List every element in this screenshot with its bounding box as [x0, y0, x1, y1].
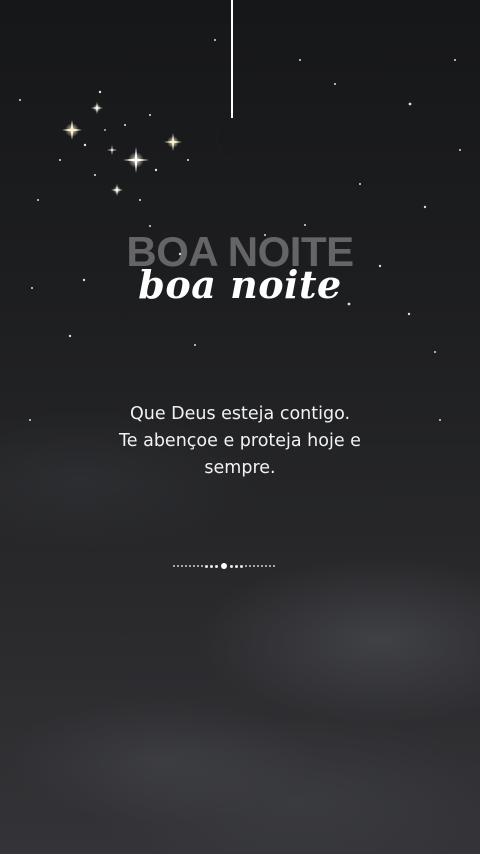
- pager-dot[interactable]: [189, 565, 191, 567]
- pager-dot[interactable]: [201, 565, 203, 567]
- sparkle-star-icon: [123, 147, 149, 173]
- pager-dot[interactable]: [205, 564, 208, 568]
- pager-dot[interactable]: [230, 564, 233, 568]
- sparkle-star-icon: [164, 133, 182, 151]
- pager-dot[interactable]: [240, 564, 243, 568]
- message-line-1: Que Deus esteja contigo.: [129, 404, 351, 424]
- pager-dot[interactable]: [269, 565, 271, 567]
- pager-dot[interactable]: [185, 565, 187, 567]
- pager-dot[interactable]: [181, 565, 183, 567]
- pager-dot[interactable]: [210, 564, 213, 568]
- sparkle-star-icon: [107, 145, 117, 155]
- pager-dot[interactable]: [249, 565, 251, 567]
- pager-dot[interactable]: [193, 565, 195, 567]
- pager-dot[interactable]: [215, 564, 218, 568]
- message-line-3: sempre.: [204, 458, 276, 478]
- message-line-2: Te abençoe e proteja hoje e: [119, 431, 361, 451]
- sparkle-star-icon: [62, 120, 82, 140]
- pager-dot[interactable]: [273, 565, 275, 567]
- pager-dot[interactable]: [265, 565, 267, 567]
- crescent-moon-icon: [216, 113, 267, 168]
- pager-dot[interactable]: [261, 565, 263, 567]
- pager-dot-active[interactable]: [221, 563, 227, 569]
- star-cluster: [59, 90, 189, 201]
- pager-dot[interactable]: [245, 565, 247, 567]
- pager-dot[interactable]: [257, 565, 259, 567]
- pager-dot[interactable]: [177, 565, 179, 567]
- blessing-message: Que Deus esteja contigo. Te abençoe e pr…: [60, 401, 420, 482]
- sparkle-star-icon: [111, 184, 123, 196]
- pager-dot[interactable]: [253, 565, 255, 567]
- pager-dot[interactable]: [197, 565, 199, 567]
- story-progress-indicator[interactable]: [173, 563, 275, 569]
- pager-dot[interactable]: [235, 564, 238, 568]
- script-title: boa noite: [138, 262, 342, 307]
- pager-dot[interactable]: [173, 565, 175, 567]
- sparkle-star-icon: [91, 102, 103, 114]
